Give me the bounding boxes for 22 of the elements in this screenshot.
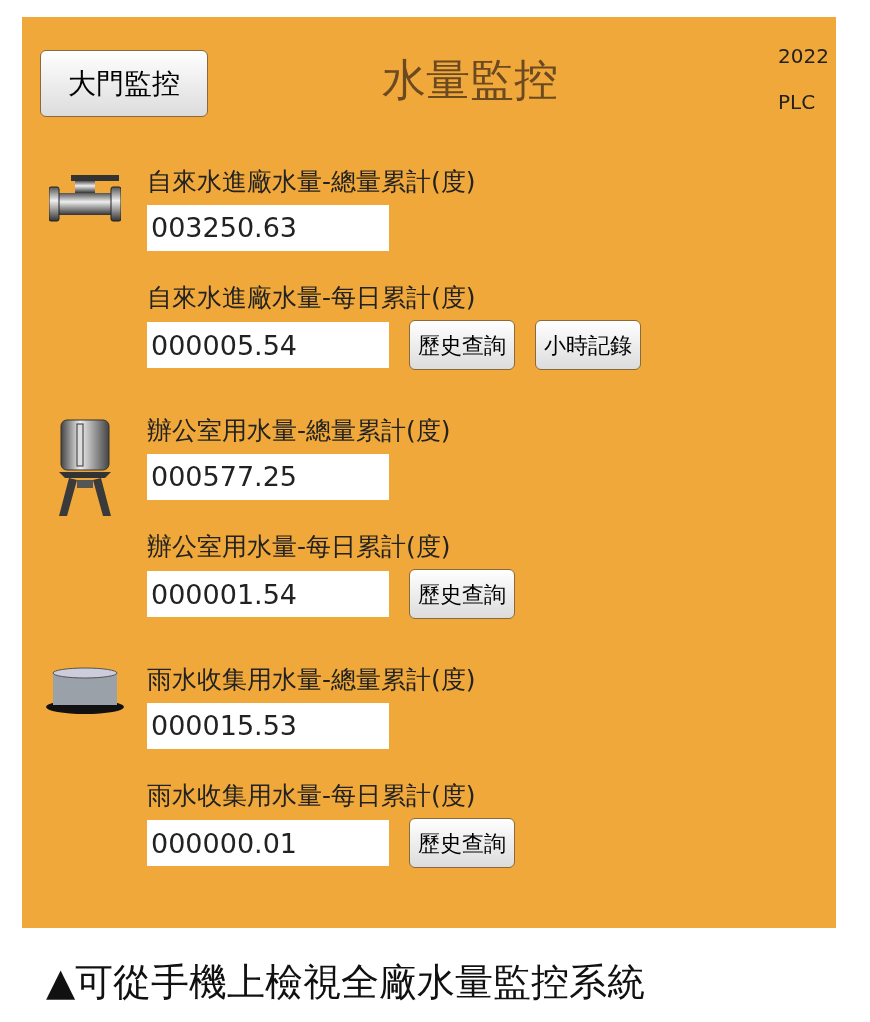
field-label: 雨水收集用水量-總量累計(度) xyxy=(147,664,477,696)
field-label: 自來水進廠水量-總量累計(度) xyxy=(147,166,477,198)
value-field[interactable]: 000577.25 xyxy=(147,453,389,500)
basin-icon xyxy=(44,667,125,715)
value-field[interactable]: 000005.54 xyxy=(147,322,389,368)
field-label: 辦公室用水量-總量累計(度) xyxy=(147,415,452,447)
value-field[interactable]: 003250.63 xyxy=(147,204,389,251)
value-field[interactable]: 000000.01 xyxy=(147,820,389,866)
field-label: 自來水進廠水量-每日累計(度) xyxy=(147,281,477,314)
field-label: 雨水收集用水量-每日累計(度) xyxy=(147,779,477,812)
page-title: 水量監控 xyxy=(382,53,558,107)
status-text: 2022 xyxy=(778,43,829,70)
query-button[interactable]: 歷史查詢 xyxy=(409,569,515,619)
gate-monitor-button[interactable]: 大門監控 xyxy=(40,50,208,117)
query-button[interactable]: 歷史查詢 xyxy=(409,818,515,868)
status-text: PLC xyxy=(778,89,817,116)
caption: ▲可從手機上檢視全廠水量監控系統 xyxy=(46,959,646,1006)
value-field[interactable]: 000001.54 xyxy=(147,571,389,617)
query-button[interactable]: 小時記錄 xyxy=(535,320,641,370)
query-button[interactable]: 歷史查詢 xyxy=(409,320,515,370)
field-label: 辦公室用水量-每日累計(度) xyxy=(147,530,452,563)
value-field[interactable]: 000015.53 xyxy=(147,702,389,749)
